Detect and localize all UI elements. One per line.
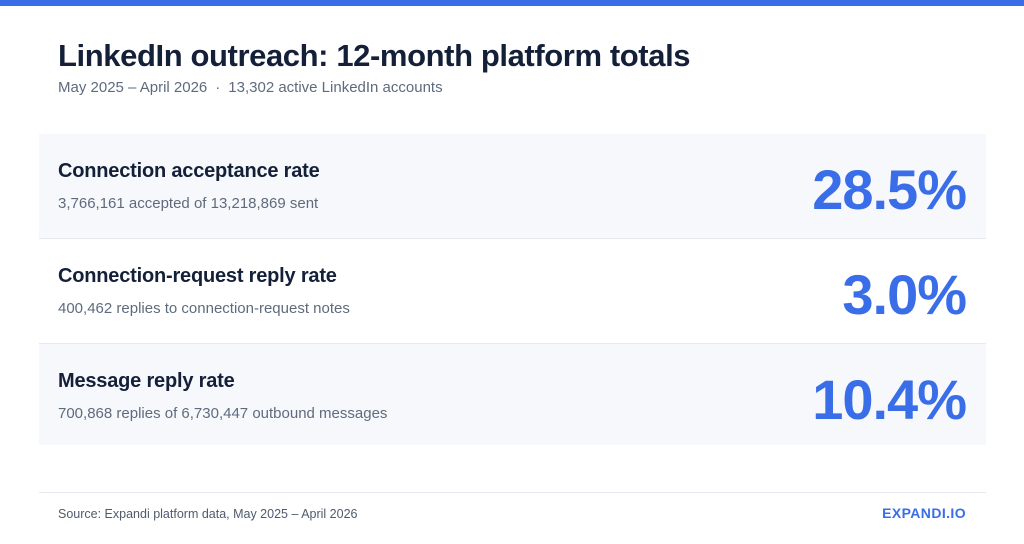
metric-value: 3.0% xyxy=(842,263,967,326)
metric-row-connection-request-reply: Connection-request reply rate 400,462 re… xyxy=(39,239,986,344)
metric-label: Connection-request reply rate xyxy=(58,265,337,287)
metric-value: 10.4% xyxy=(812,368,967,431)
brand-logo-text: EXPANDI.IO xyxy=(882,505,966,521)
metric-row-connection-acceptance: Connection acceptance rate 3,766,161 acc… xyxy=(39,134,986,239)
source-note: Source: Expandi platform data, May 2025 … xyxy=(58,507,358,521)
metric-label: Message reply rate xyxy=(58,370,235,392)
date-range: May 2025 – April 2026 xyxy=(58,79,208,96)
metric-value: 28.5% xyxy=(812,158,967,221)
metric-label: Connection acceptance rate xyxy=(58,160,320,182)
page-subtitle: May 2025 – April 2026 · 13,302 active Link… xyxy=(58,79,443,96)
footer-divider xyxy=(39,492,986,493)
page-title: LinkedIn outreach: 12-month platform tot… xyxy=(58,38,691,73)
metric-row-message-reply: Message reply rate 700,868 replies of 6,… xyxy=(39,344,986,445)
subtitle-separator: · xyxy=(215,79,221,96)
metric-detail: 400,462 replies to connection-request no… xyxy=(58,300,350,317)
top-accent-bar xyxy=(0,0,1024,6)
metric-detail: 700,868 replies of 6,730,447 outbound me… xyxy=(58,405,388,422)
metric-detail: 3,766,161 accepted of 13,218,869 sent xyxy=(58,195,319,212)
metrics-list: Connection acceptance rate 3,766,161 acc… xyxy=(39,134,986,445)
account-count: 13,302 active LinkedIn accounts xyxy=(228,79,443,96)
